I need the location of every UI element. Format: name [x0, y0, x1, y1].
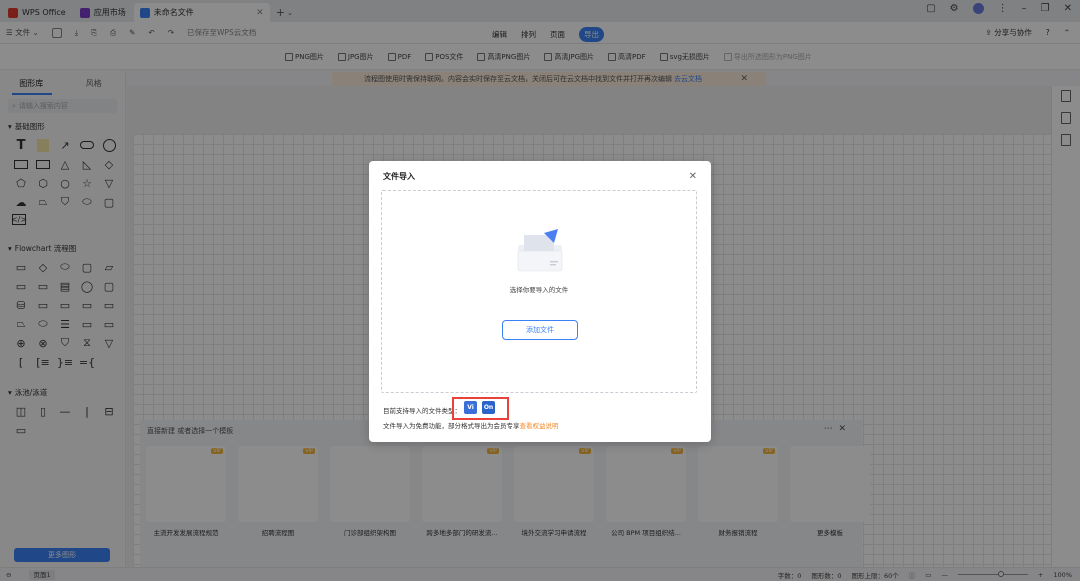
folder-upload-icon — [517, 229, 563, 272]
file-dropzone[interactable]: 选择你要导入的文件 添加文件 — [381, 190, 697, 393]
close-icon[interactable]: ✕ — [689, 171, 697, 182]
dialog-title: 文件导入 — [383, 172, 415, 181]
add-file-button[interactable]: 添加文件 — [502, 320, 578, 340]
supported-types-label: 目前支持导入的文件类型： — [383, 407, 461, 415]
file-types-highlight — [452, 397, 509, 420]
file-import-dialog: 文件导入 ✕ 选择你要导入的文件 添加文件 目前支持导入的文件类型： Vi On… — [369, 161, 711, 442]
free-feature-note: 文件导入为免费功能，部分格式导出为会员专享查看权益说明 — [383, 422, 559, 430]
benefits-link[interactable]: 查看权益说明 — [520, 422, 559, 430]
dropzone-text: 选择你要导入的文件 — [509, 286, 569, 294]
